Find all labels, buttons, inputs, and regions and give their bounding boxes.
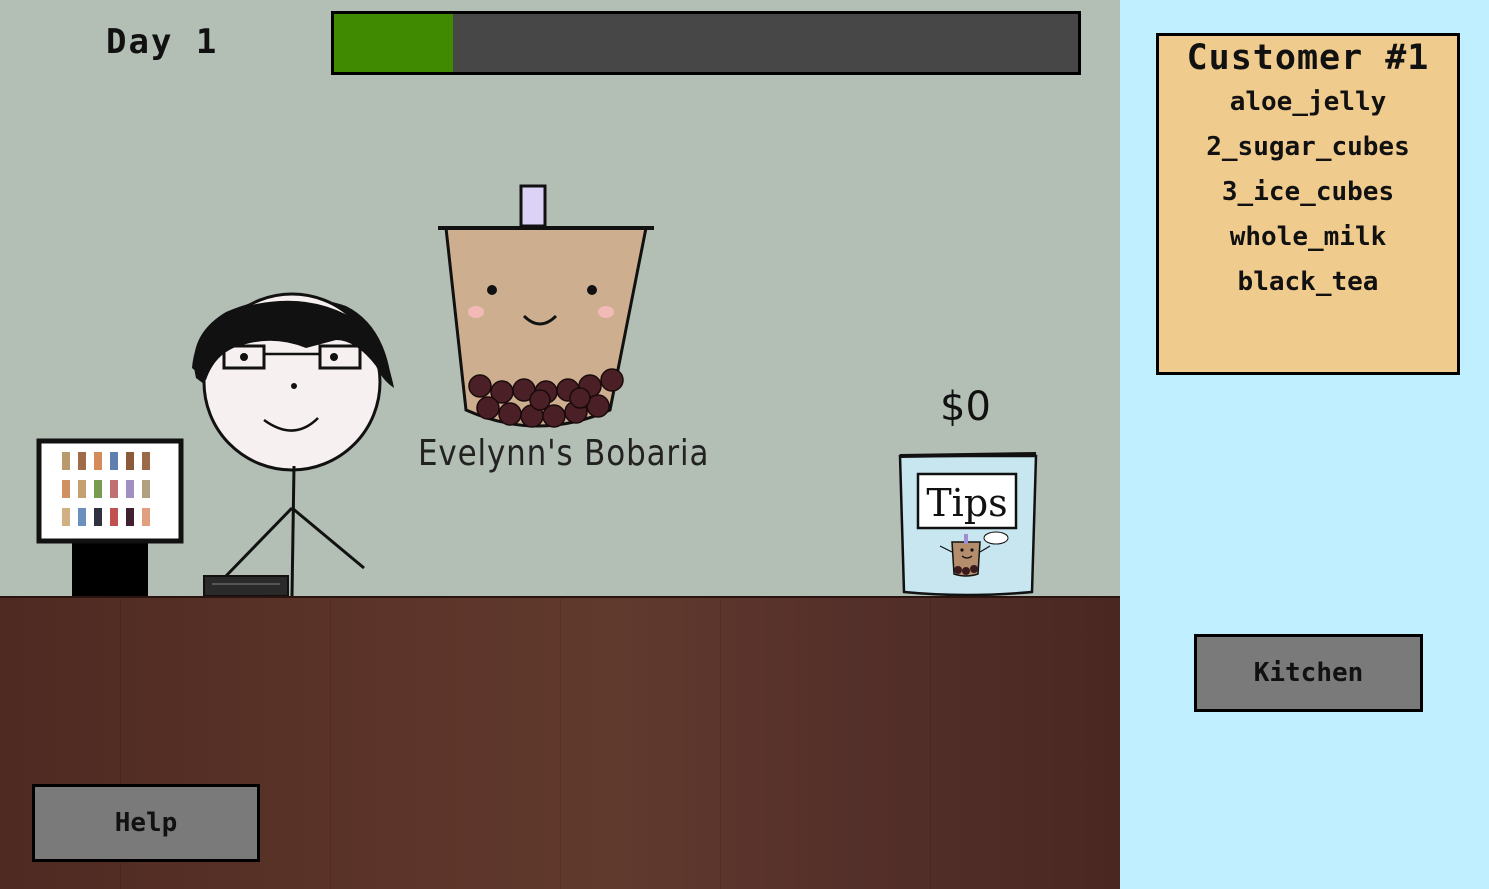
order-item: whole_milk [1229,222,1387,252]
order-card: Customer #1 aloe_jelly 2_sugar_cubes 3_i… [1156,33,1460,375]
day-label: Day 1 [106,22,219,62]
order-item: aloe_jelly [1229,87,1387,117]
help-button[interactable]: Help [32,784,260,862]
tip-jar-icon: Tips [898,452,1038,597]
game-scene: Day 1 Evelynn's Bobaria $0 Tips Help [0,0,1120,889]
shop-sign: Evelynn's Bobaria [418,433,710,474]
tips-amount: $0 [940,384,991,430]
order-item: 2_sugar_cubes [1206,132,1410,162]
kitchen-button[interactable]: Kitchen [1194,634,1423,712]
tip-jar-label: Tips [926,481,1007,525]
menu-monitor-icon [36,438,184,602]
boba-mascot-icon [438,184,654,428]
order-item: black_tea [1237,267,1379,297]
order-list: aloe_jelly 2_sugar_cubes 3_ice_cubes who… [1159,80,1457,305]
cashier-character-icon [192,292,394,597]
day-progress-bar [331,11,1081,75]
order-title: Customer #1 [1186,38,1430,78]
order-item: 3_ice_cubes [1221,177,1395,207]
side-panel: Customer #1 aloe_jelly 2_sugar_cubes 3_i… [1120,0,1489,889]
day-progress-fill [334,14,454,72]
